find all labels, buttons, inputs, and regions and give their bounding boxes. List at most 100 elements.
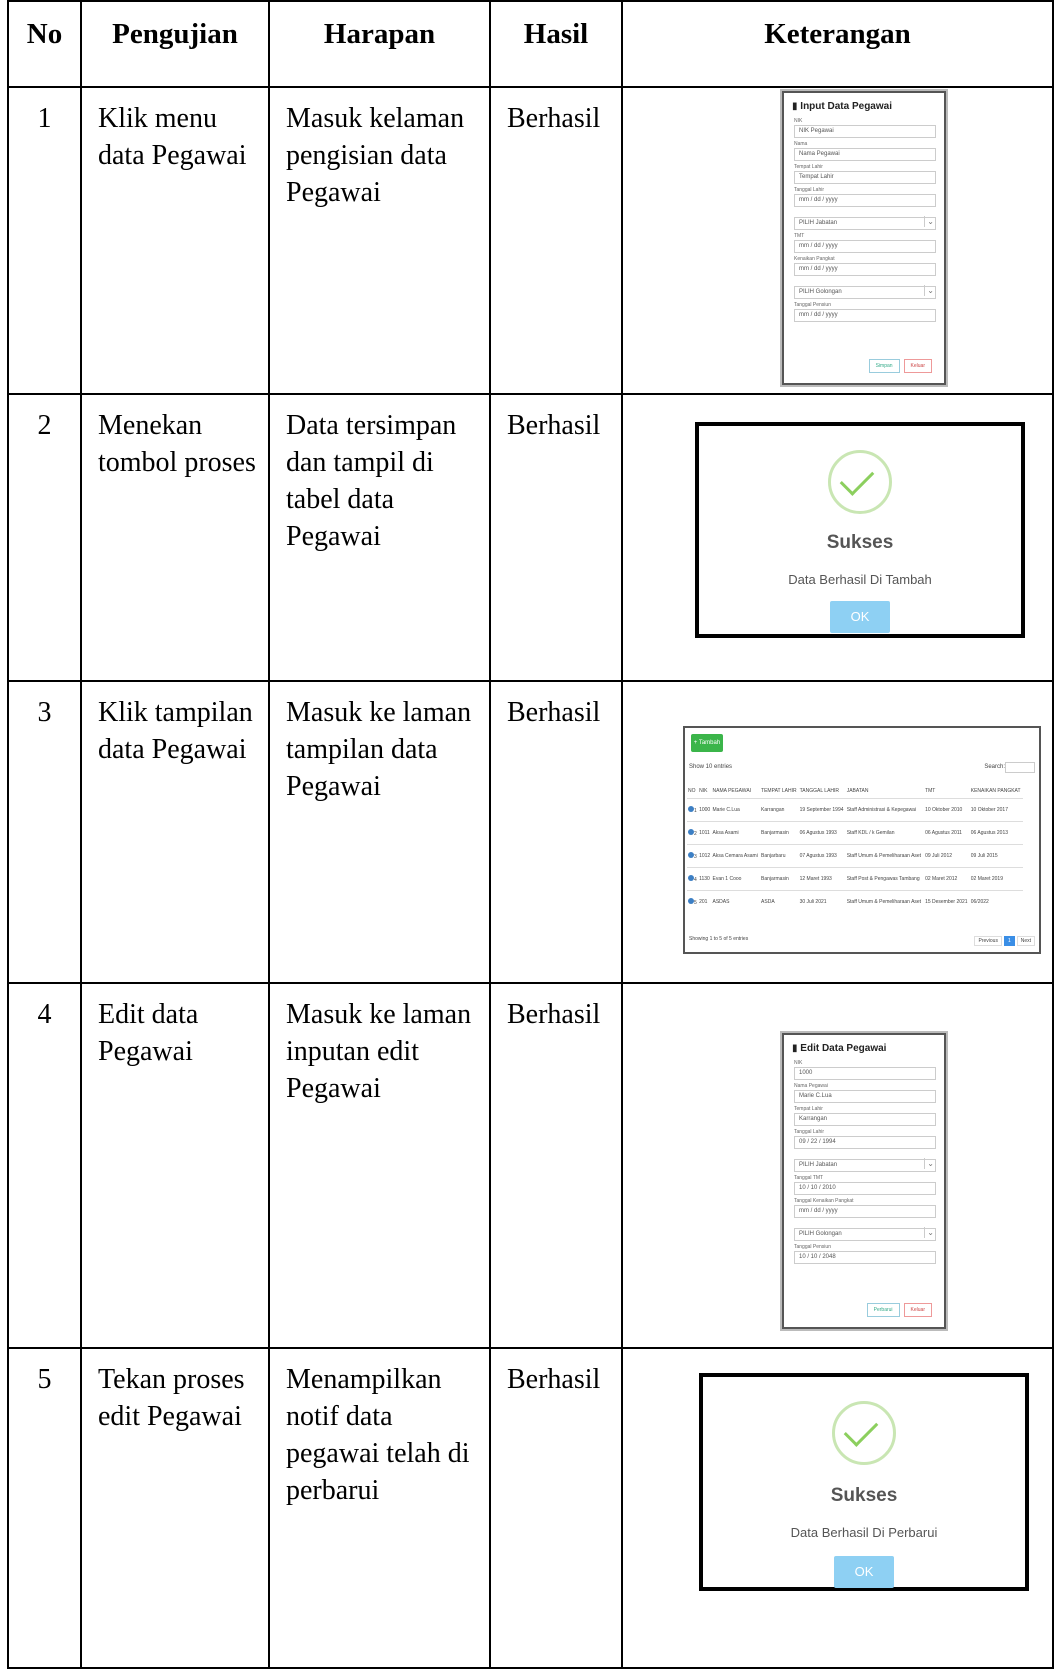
table-cell: 06 Agustus 1993 — [798, 821, 846, 845]
header-pengujian: Pengujian — [80, 0, 270, 88]
table-cell: 02 Maret 2012 — [924, 867, 970, 891]
table-cell: 201 — [698, 890, 712, 913]
field-label: Tempat Lahir — [794, 1106, 823, 1112]
row-number: 1 — [694, 807, 697, 814]
edit-form-screenshot: ▮ Edit Data Pegawai NIK 1000 Nama Pegawai M… — [782, 1033, 946, 1329]
column-header[interactable]: TEMPAT LAHIR — [760, 784, 799, 799]
input-field[interactable]: mm / dd / yyyy — [794, 263, 936, 276]
table-cell: Karrangan — [760, 798, 799, 822]
add-button[interactable]: + Tambah — [691, 734, 723, 752]
checkmark-icon — [828, 450, 892, 514]
table-cell: 02 Maret 2019 — [969, 867, 1023, 891]
select-field[interactable]: PILIH Golongan — [794, 285, 936, 299]
row-pengujian: Edit data Pegawai — [80, 982, 270, 1349]
table-cell: 1011 — [698, 821, 712, 845]
column-header[interactable]: TANGGAL LAHIR — [799, 784, 846, 799]
form-icon: ▮ — [792, 101, 798, 112]
input-field[interactable]: 10 / 10 / 2010 — [794, 1182, 936, 1195]
dialog-message: Data Berhasil Di Perbarui — [790, 1525, 938, 1540]
ok-button[interactable]: OK — [830, 601, 890, 633]
table-cell: 10 Oktober 2010 — [924, 798, 970, 822]
update-button[interactable]: Perbarui — [866, 1303, 900, 1317]
row-pengujian: Klik tampilan data Pegawai — [80, 680, 270, 984]
dialog-message: Data Berhasil Di Tambah — [788, 572, 932, 587]
pagination: Previous 1 Next — [974, 936, 1035, 946]
page-button[interactable]: 1 — [1003, 936, 1015, 946]
row-no: 1 — [7, 86, 82, 395]
dialog-title: Sukses — [830, 1485, 898, 1506]
search-label: Search: — [984, 764, 1005, 770]
table-cell: 19 September 1994 — [798, 798, 846, 822]
input-field[interactable]: Tempat Lahir — [794, 171, 936, 184]
table-cell: 12 Maret 1993 — [798, 867, 846, 891]
column-header[interactable]: NAMA PEGAWAI — [712, 784, 761, 799]
table-cell: 07 Agustus 1993 — [798, 844, 846, 868]
input-field[interactable]: mm / dd / yyyy — [794, 1205, 936, 1218]
input-field[interactable]: 1000 — [794, 1067, 936, 1080]
save-button[interactable]: Simpan — [868, 359, 900, 373]
table-cell: ASDAS — [711, 890, 761, 913]
input-field[interactable]: Nama Pegawai — [794, 148, 936, 161]
row-no: 2 — [7, 393, 82, 682]
row-harapan: Data tersimpan dan tampil di tabel data … — [268, 393, 491, 682]
table-cell: Aksa Asami — [711, 821, 761, 845]
row-hasil: Berhasil — [489, 680, 623, 984]
search-input[interactable] — [1005, 762, 1035, 773]
input-field[interactable]: 10 / 10 / 2048 — [794, 1251, 936, 1264]
input-field[interactable]: Karrangan — [794, 1113, 936, 1126]
field-label: Tanggal Lahir — [794, 187, 825, 193]
row-harapan: Menampilkan notif data pegawai telah di … — [268, 1347, 491, 1669]
show-entries[interactable]: Show 10 entries — [689, 764, 732, 770]
select-field[interactable]: PILIH Golongan — [794, 1227, 936, 1241]
table-cell: 09 Juli 2015 — [969, 844, 1023, 868]
prev-button[interactable]: Previous — [974, 936, 1002, 946]
table-cell: 15 Desember 2021 — [924, 890, 970, 913]
table-cell: 3 — [687, 844, 699, 868]
row-number: 3 — [694, 853, 697, 860]
column-header[interactable]: KENAIKAN PANGKAT — [970, 784, 1023, 799]
row-pengujian: Tekan proses edit Pegawai — [80, 1347, 270, 1669]
column-header[interactable]: JABATAN — [846, 784, 924, 799]
select-field[interactable]: PILIH Jabatan — [794, 1158, 936, 1172]
table-cell: Banjarbaru — [760, 844, 799, 868]
row-harapan: Masuk ke laman tampilan data Pegawai — [268, 680, 491, 984]
table-cell: 30 Juli 2021 — [798, 890, 846, 913]
table-cell: Banjarmasin — [760, 867, 799, 891]
ok-button[interactable]: OK — [834, 1556, 894, 1588]
next-button[interactable]: Next — [1016, 936, 1035, 946]
column-header[interactable]: NIK — [698, 784, 711, 799]
select-field[interactable]: PILIH Jabatan — [794, 216, 936, 230]
table-row: 2 1011 Aksa Asami Banjarmasin 06 Agustus 199… — [687, 821, 1023, 845]
row-pengujian: Menekan tombol proses — [80, 393, 270, 682]
field-label: Tanggal Pensiun — [794, 302, 831, 308]
cancel-button[interactable]: Keluar — [903, 1303, 932, 1317]
input-field[interactable]: mm / dd / yyyy — [794, 309, 936, 322]
table-cell: Staff Umum & Pemeliharaan Aset — [845, 890, 925, 913]
column-header[interactable]: TMT — [924, 784, 970, 799]
header-no: No — [7, 0, 82, 88]
row-no: 5 — [7, 1347, 82, 1669]
row-number: 2 — [694, 830, 697, 837]
field-label: Tanggal Lahir — [794, 1129, 825, 1135]
input-form-title-text: Input Data Pegawai — [800, 101, 892, 112]
header-hasil: Hasil — [489, 0, 623, 88]
table-cell: Aksa Cemara Asami — [711, 844, 761, 868]
input-field[interactable]: Marie C.Lua — [794, 1090, 936, 1103]
cancel-button[interactable]: Keluar — [903, 359, 932, 373]
success-dialog: Sukses Data Berhasil Di Tambah OK — [695, 422, 1025, 638]
row-harapan: Masuk kelaman pengisian data Pegawai — [268, 86, 491, 395]
field-label: Tanggal Pensiun — [794, 1244, 831, 1250]
table-cell: 06 Agustus 2011 — [924, 821, 970, 845]
table-cell: 10 Oktober 2017 — [969, 798, 1023, 822]
table-row: 5 201 ASDAS ASDA 30 Juli 2021 Staff Umum & Pe… — [687, 890, 1023, 913]
input-field[interactable]: mm / dd / yyyy — [794, 194, 936, 207]
input-field[interactable]: mm / dd / yyyy — [794, 240, 936, 253]
field-label: Nama Pegawai — [794, 1083, 828, 1089]
edit-form-title: ▮ Edit Data Pegawai — [792, 1043, 944, 1054]
input-field[interactable]: 09 / 22 / 1994 — [794, 1136, 936, 1149]
dialog-title: Sukses — [826, 532, 894, 553]
table-cell: 1130 — [698, 867, 712, 891]
column-header[interactable]: NO — [687, 784, 698, 799]
table-cell: Staff KDL / k Gemilan — [845, 821, 925, 845]
input-field[interactable]: NIK Pegawai — [794, 125, 936, 138]
